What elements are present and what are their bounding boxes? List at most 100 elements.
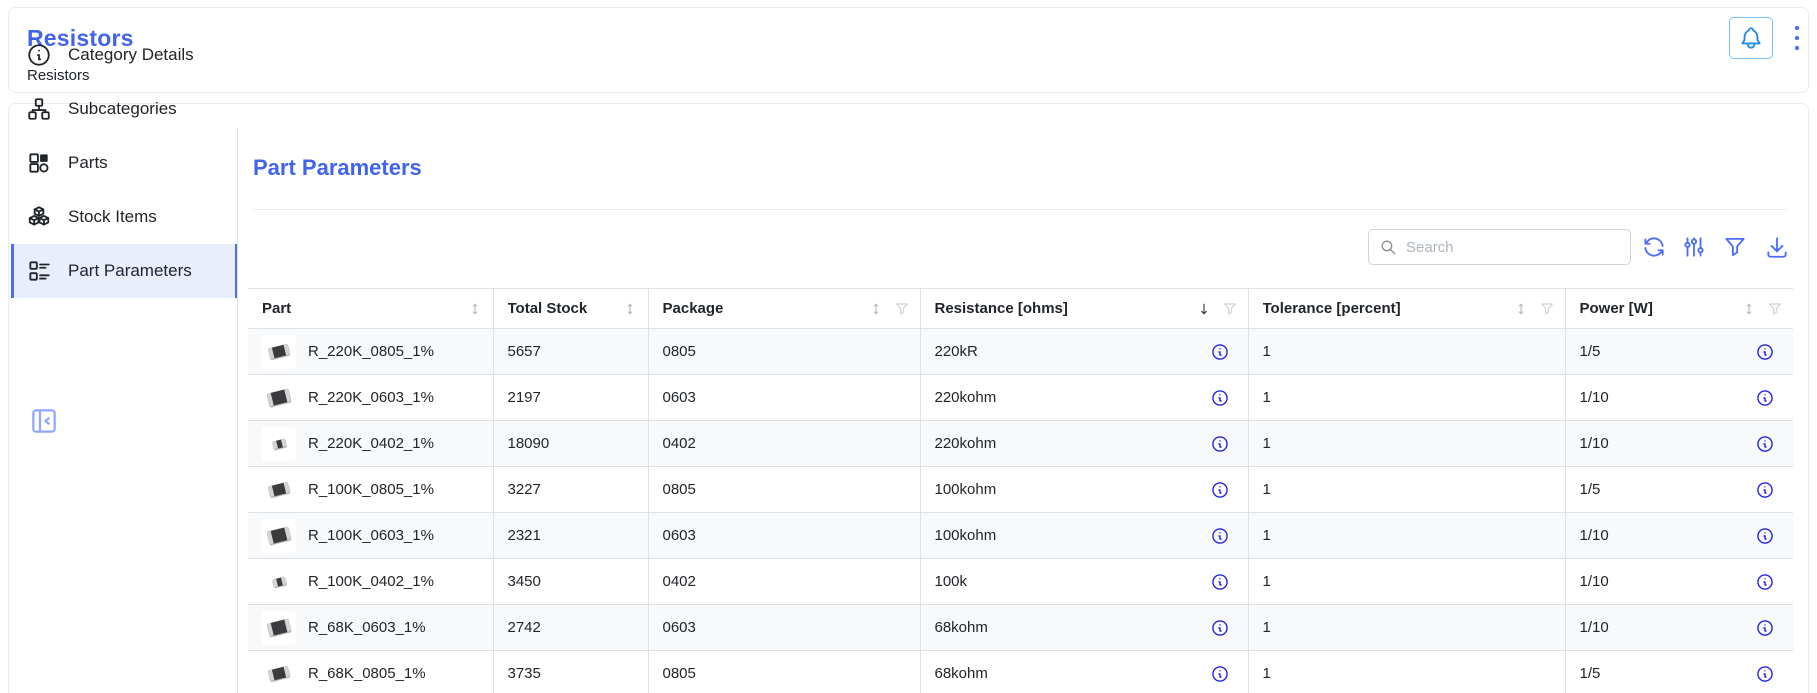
list-details-icon xyxy=(26,258,52,284)
overflow-menu-button[interactable] xyxy=(1786,18,1808,58)
sidebar-item-subcategories[interactable]: Subcategories xyxy=(11,82,238,136)
sort-icon[interactable] xyxy=(467,301,483,317)
sidebar-item-part-parameters[interactable]: Part Parameters xyxy=(11,244,238,298)
collapse-sidebar-button[interactable] xyxy=(26,404,62,440)
table-row[interactable]: R_100K_0402_1%34500402100k11/10 xyxy=(248,559,1793,605)
table-row[interactable]: R_100K_0805_1%32270805100kohm11/5 xyxy=(248,467,1793,513)
adjustments-icon xyxy=(1681,234,1707,260)
power-value: 1/10 xyxy=(1580,527,1756,544)
table-row[interactable]: R_220K_0805_1%56570805220kR11/5 xyxy=(248,329,1793,375)
column-header-total-stock[interactable]: Total Stock xyxy=(493,289,648,329)
table-row[interactable]: R_100K_0603_1%23210603100kohm11/10 xyxy=(248,513,1793,559)
sort-icon[interactable] xyxy=(622,301,638,317)
column-filter-icon[interactable] xyxy=(1222,301,1238,317)
refresh-icon xyxy=(1641,234,1667,260)
power-cell: 1/5 xyxy=(1565,329,1793,375)
part-name: R_220K_0402_1% xyxy=(308,435,483,452)
power-value: 1/5 xyxy=(1580,481,1756,498)
sort-desc-icon[interactable] xyxy=(1196,301,1212,317)
package-cell: 0603 xyxy=(648,375,920,421)
power-value: 1/10 xyxy=(1580,389,1756,406)
refresh-button[interactable] xyxy=(1640,234,1668,262)
resistance-cell: 68kohm xyxy=(920,651,1248,693)
power-value: 1/10 xyxy=(1580,435,1756,452)
sidebar: Category DetailsSubcategoriesParts Stock … xyxy=(11,28,238,298)
column-label: Resistance [ohms] xyxy=(935,300,1196,317)
table-filter-button[interactable] xyxy=(1721,234,1749,262)
info-icon[interactable] xyxy=(1755,526,1775,546)
info-icon[interactable] xyxy=(1755,664,1775,684)
resistor-chip-image xyxy=(268,666,290,682)
table-row[interactable]: R_68K_0805_1%3735080568kohm11/5 xyxy=(248,651,1793,693)
sidebar-item-stock-items[interactable]: Stock Items xyxy=(11,190,238,244)
sort-icon[interactable] xyxy=(1513,301,1529,317)
filter-icon xyxy=(1722,234,1748,260)
resistance-cell: 220kohm xyxy=(920,375,1248,421)
column-filter-icon[interactable] xyxy=(894,301,910,317)
column-label: Power [W] xyxy=(1580,300,1742,317)
part-cell: R_100K_0603_1% xyxy=(248,513,493,559)
column-header-part[interactable]: Part xyxy=(248,289,493,329)
resistance-value: 68kohm xyxy=(935,619,1210,636)
column-header-tolerance-percent[interactable]: Tolerance [percent] xyxy=(1248,289,1565,329)
info-icon[interactable] xyxy=(1755,618,1775,638)
info-icon[interactable] xyxy=(1210,434,1230,454)
info-icon[interactable] xyxy=(1210,526,1230,546)
power-value: 1/10 xyxy=(1580,573,1756,590)
info-icon[interactable] xyxy=(1210,664,1230,684)
table-row[interactable]: R_68K_0603_1%2742060368kohm11/10 xyxy=(248,605,1793,651)
package-cell: 0603 xyxy=(648,513,920,559)
download-button[interactable] xyxy=(1763,234,1791,262)
column-header-power-w[interactable]: Power [W] xyxy=(1565,289,1793,329)
power-value: 1/10 xyxy=(1580,619,1756,636)
column-header-icons xyxy=(1741,301,1783,317)
sort-icon[interactable] xyxy=(1741,301,1757,317)
info-icon[interactable] xyxy=(1755,388,1775,408)
table-row[interactable]: R_220K_0603_1%21970603220kohm11/10 xyxy=(248,375,1793,421)
part-cell: R_220K_0402_1% xyxy=(248,421,493,467)
info-icon[interactable] xyxy=(1210,618,1230,638)
column-header-icons xyxy=(1196,301,1238,317)
info-icon[interactable] xyxy=(1755,480,1775,500)
part-name: R_220K_0805_1% xyxy=(308,343,483,360)
packages-icon xyxy=(26,204,52,230)
column-filter-icon[interactable] xyxy=(1767,301,1783,317)
part-name: R_68K_0805_1% xyxy=(308,665,483,682)
table-columns-button[interactable] xyxy=(1680,234,1708,262)
download-icon xyxy=(1764,234,1790,260)
info-icon[interactable] xyxy=(1755,342,1775,362)
tolerance-cell: 1 xyxy=(1248,329,1565,375)
list-details-icon xyxy=(26,258,52,284)
column-filter-icon[interactable] xyxy=(1539,301,1555,317)
package-cell: 0603 xyxy=(648,605,920,651)
total-stock-cell: 2321 xyxy=(493,513,648,559)
sidebar-item-label: Part Parameters xyxy=(68,261,192,281)
notifications-button[interactable] xyxy=(1729,17,1773,59)
sidebar-item-category-details[interactable]: Category Details xyxy=(11,28,238,82)
info-icon[interactable] xyxy=(1210,388,1230,408)
column-header-icons xyxy=(467,301,483,317)
resistor-chip-image xyxy=(267,619,291,637)
info-icon[interactable] xyxy=(1210,342,1230,362)
table-row[interactable]: R_220K_0402_1%180900402220kohm11/10 xyxy=(248,421,1793,467)
part-thumbnail xyxy=(262,381,296,415)
info-icon[interactable] xyxy=(1755,434,1775,454)
info-icon[interactable] xyxy=(1210,480,1230,500)
section-divider xyxy=(253,209,1787,210)
part-thumbnail xyxy=(262,519,296,553)
search-input[interactable] xyxy=(1406,239,1620,256)
tolerance-cell: 1 xyxy=(1248,513,1565,559)
info-icon[interactable] xyxy=(1755,572,1775,592)
info-icon[interactable] xyxy=(1210,572,1230,592)
sidebar-item-parts[interactable]: Parts xyxy=(11,136,238,190)
column-header-package[interactable]: Package xyxy=(648,289,920,329)
part-thumbnail xyxy=(262,565,296,599)
sitemap-icon xyxy=(26,96,52,122)
part-parameters-table: Part Total Stock Package Resistance [ohms] T… xyxy=(248,288,1794,693)
column-header-resistance-ohms[interactable]: Resistance [ohms] xyxy=(920,289,1248,329)
part-cell: R_68K_0603_1% xyxy=(248,605,493,651)
sidebar-item-label: Stock Items xyxy=(68,207,157,227)
column-label: Total Stock xyxy=(508,300,622,317)
total-stock-cell: 3735 xyxy=(493,651,648,693)
sort-icon[interactable] xyxy=(868,301,884,317)
